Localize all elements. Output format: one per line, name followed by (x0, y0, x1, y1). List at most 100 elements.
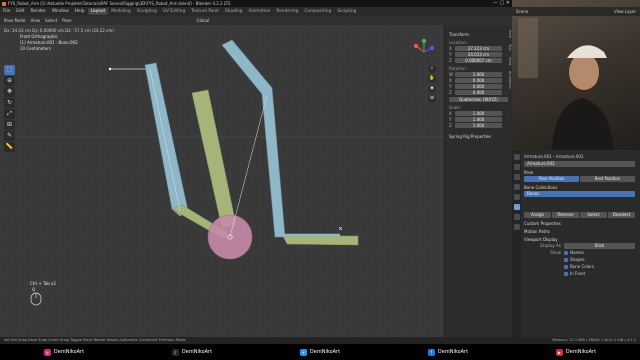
workspace-tab-shading[interactable]: Shading (222, 8, 245, 15)
lock-icon[interactable]: ◦ (502, 111, 508, 116)
workspace-tab-layout[interactable]: Layout (87, 8, 109, 15)
transform-icon[interactable]: ⊞ (4, 120, 15, 130)
menu-render[interactable]: Render (28, 9, 49, 14)
motion-paths-header[interactable]: Motion Paths (524, 229, 636, 234)
bone-end-effector[interactable] (282, 235, 359, 246)
mode-selector[interactable]: Pose Mode (4, 18, 25, 23)
render-tab-icon[interactable] (513, 164, 520, 170)
gizmo-x-icon[interactable] (413, 43, 419, 49)
in-front-checkbox[interactable]: In Front (564, 271, 585, 276)
annotate-icon[interactable]: ✎ (4, 131, 15, 141)
cursor-icon[interactable]: ⊕ (4, 76, 15, 86)
top-menu-bar: File Edit Render Window Help Layout Mode… (0, 7, 512, 16)
bone-tab-icon[interactable] (513, 214, 520, 220)
zoom-icon[interactable]: ⌕ (428, 65, 436, 73)
tab-item[interactable]: Item (505, 30, 512, 38)
tab-animation[interactable]: Animation (505, 71, 512, 89)
pose-position-button[interactable]: Pose Position (524, 175, 579, 182)
gizmo-z-icon[interactable] (429, 45, 435, 51)
shapes-checkbox[interactable]: Shapes (564, 257, 585, 262)
status-version: Memory: 72.1 MiB | VRAM: 1.6/12.0 GiB | … (552, 338, 636, 342)
viewport-canvas[interactable] (0, 25, 444, 337)
location-y-field[interactable]: 24.033 cm (455, 52, 502, 57)
menu-help[interactable]: Help (72, 9, 88, 14)
workspace-tab-animation[interactable]: Animation (245, 8, 273, 15)
scale-icon[interactable]: ⤢ (4, 109, 15, 119)
social-twitter: ✦ DemNikoArt (299, 348, 340, 356)
window-controls[interactable]: — ▢ ✕ (493, 0, 510, 7)
bone-colors-checkbox[interactable]: Bone Colors (564, 264, 594, 269)
scale-z-field[interactable]: 1.000 (455, 123, 502, 128)
workspace-tab-sculpting[interactable]: Sculpting (134, 8, 160, 15)
rotation-x-field[interactable]: 0.000 (455, 78, 502, 83)
social-handle: DemNikoArt (53, 349, 85, 355)
transform-header[interactable]: Transform (449, 32, 508, 37)
names-checkbox[interactable]: Names (564, 250, 584, 255)
bone-collection-item[interactable]: Bones (524, 190, 635, 197)
orientation-selector[interactable]: Global (197, 18, 210, 23)
workspace-tab-modeling[interactable]: Modeling (108, 8, 134, 15)
custom-properties-header[interactable]: Custom Properties (524, 221, 636, 226)
social-banner: ◎ DemNikoArt ♪ DemNikoArt ✦ DemNikoArt f Dem… (0, 344, 640, 360)
spring-rig-header[interactable]: Spring Rig Properties (449, 134, 508, 139)
move-icon[interactable]: ✥ (4, 87, 15, 97)
rotation-y-field[interactable]: 0.000 (455, 84, 502, 89)
status-hints: Set Set Snap Base Snap Invert Snap Toggl… (4, 338, 186, 342)
menu-edit[interactable]: Edit (13, 9, 27, 14)
bone-collection-list[interactable] (524, 197, 636, 211)
scale-y-field[interactable]: 1.000 (455, 117, 502, 122)
display-as-dropdown[interactable]: Stick (564, 242, 635, 249)
workspace-tab-compositing[interactable]: Compositing (301, 8, 334, 15)
menu-select[interactable]: Select (45, 18, 57, 23)
social-handle: DemNikoArt (181, 349, 213, 355)
rotation-mode-dropdown[interactable]: Quaternion (WXYZ) (449, 97, 508, 102)
measure-icon[interactable]: 📏 (4, 142, 15, 152)
object-tab-icon[interactable] (513, 194, 520, 200)
rotation-z-field[interactable]: 0.000 (455, 90, 502, 95)
transform-readout: Dx: 24.03 cm Dy: 0.00000 cm Dz: -57.5 cm… (4, 28, 114, 33)
twitter-icon: ✦ (299, 348, 307, 356)
remove-button[interactable]: Remove (552, 211, 579, 218)
menu-view[interactable]: View (30, 18, 40, 23)
select-box-icon[interactable]: ⬚ (4, 65, 15, 75)
menu-window[interactable]: Window (49, 9, 72, 14)
output-tab-icon[interactable] (513, 174, 520, 180)
constraint-tab-icon[interactable] (513, 224, 520, 230)
breadcrumb: Armature.001 › Armature.002 (524, 154, 584, 159)
select-button[interactable]: Select (580, 211, 607, 218)
viewport-header: Pose Mode View Select Pose Global (0, 16, 512, 25)
3d-viewport[interactable]: Dx: 24.03 cm Dy: 0.00000 cm Dz: -57.5 cm… (0, 25, 444, 337)
tab-tool[interactable]: Tool (505, 44, 512, 51)
shortcut-hint: Ctrl + Tab x2 (30, 281, 56, 286)
armature-tab-icon[interactable] (513, 204, 520, 210)
workspace-tab-uv-editing[interactable]: UV Editing (160, 8, 188, 15)
armature-name-field[interactable]: Armature.002 (524, 160, 635, 167)
rotate-icon[interactable]: ↻ (4, 98, 15, 108)
menu-file[interactable]: File (0, 9, 13, 14)
bone-colors-label: Bone Colors (570, 264, 594, 269)
workspace-tab-scripting[interactable]: Scripting (334, 8, 359, 15)
ortho-grid-icon[interactable]: ⊞ (428, 95, 436, 103)
workspace-tab-texture-paint[interactable]: Texture Paint (188, 8, 222, 15)
lock-icon[interactable]: ◦ (502, 123, 508, 128)
deselect-button[interactable]: Deselect (608, 211, 635, 218)
menu-pose[interactable]: Pose (62, 18, 71, 23)
rest-position-button[interactable]: Rest Position (580, 175, 635, 182)
instagram-icon: ◎ (43, 348, 51, 356)
location-x-field[interactable]: 27.223 cm (455, 46, 502, 51)
presenter-body (552, 98, 614, 150)
pan-hand-icon[interactable]: ✋ (428, 75, 436, 83)
workspace-tab-rendering[interactable]: Rendering (273, 8, 301, 15)
gizmo-y-icon[interactable] (421, 38, 427, 44)
location-z-field[interactable]: 0.000007 cm (455, 58, 502, 63)
tool-tab-icon[interactable] (513, 154, 520, 160)
rotation-w-field[interactable]: 1.000 (455, 72, 502, 77)
lock-icon[interactable]: ◦ (502, 90, 508, 95)
scale-x-field[interactable]: 1.000 (455, 111, 502, 116)
lock-icon[interactable]: ◦ (502, 117, 508, 122)
camera-view-icon[interactable]: ◉ (428, 85, 436, 93)
presenter-video (518, 18, 614, 150)
assign-button[interactable]: Assign (524, 211, 551, 218)
tab-view[interactable]: View (505, 57, 512, 65)
scene-tab-icon[interactable] (513, 184, 520, 190)
